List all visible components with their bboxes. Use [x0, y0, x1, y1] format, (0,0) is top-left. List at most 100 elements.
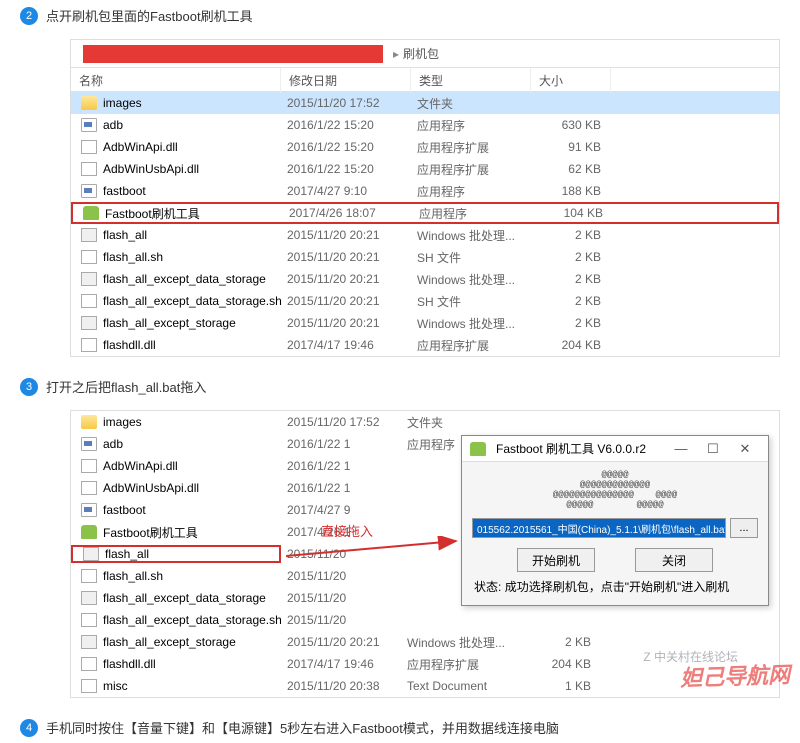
file-size: 204 KB: [521, 657, 601, 671]
explorer-window-1: ▸ 刷机包 名称 修改日期 类型 大小 images 2015/11/20 17:…: [70, 39, 780, 357]
file-name: flash_all.sh: [103, 250, 163, 264]
file-date: 2015/11/20 20:21: [281, 635, 401, 649]
file-name: images: [103, 96, 142, 110]
step-4-badge: 4: [20, 719, 38, 737]
file-date: 2015/11/20 20:21: [281, 250, 411, 264]
file-size: 2 KB: [531, 250, 611, 264]
dll-icon: [81, 162, 97, 176]
file-date: 2017/4/26 18:07: [283, 206, 413, 220]
status-label: 状态:: [474, 580, 501, 594]
column-headers[interactable]: 名称 修改日期 类型 大小: [71, 68, 779, 92]
file-name: flash_all_except_data_storage: [103, 591, 266, 605]
breadcrumb[interactable]: ▸ 刷机包: [389, 45, 439, 62]
file-size: 188 KB: [531, 184, 611, 198]
col-type[interactable]: 类型: [411, 68, 531, 93]
redacted-path: [83, 45, 383, 63]
file-name: flash_all: [105, 547, 149, 561]
file-date: 2015/11/20: [281, 613, 401, 627]
file-name: AdbWinUsbApi.dll: [103, 481, 199, 495]
file-row[interactable]: flash_all.sh2015/11/20 20:21SH 文件2 KB: [71, 246, 779, 268]
file-name: fastboot: [103, 503, 146, 517]
col-size[interactable]: 大小: [531, 68, 611, 93]
file-name: flash_all_except_data_storage.sh: [103, 294, 282, 308]
file-name: flashdll.dll: [103, 657, 156, 671]
file-row[interactable]: flash_all2015/11/20 20:21Windows 批处理...2…: [71, 224, 779, 246]
file-type: 应用程序: [411, 117, 531, 134]
file-name: adb: [103, 118, 123, 132]
status-row: 状态: 成功选择刷机包，点击"开始刷机"进入刷机: [472, 578, 758, 595]
address-bar[interactable]: ▸ 刷机包: [71, 40, 779, 68]
status-value: 成功选择刷机包，点击"开始刷机"进入刷机: [505, 580, 730, 594]
sh-icon: [81, 613, 97, 627]
file-type: Windows 批处理...: [401, 634, 521, 651]
file-row[interactable]: flash_all_except_data_storage2015/11/20 …: [71, 268, 779, 290]
sh-icon: [81, 250, 97, 264]
col-name[interactable]: 名称: [71, 68, 281, 93]
file-row[interactable]: flash_all_except_data_storage.sh2015/11/…: [71, 290, 779, 312]
folder-icon: [81, 415, 97, 429]
file-row[interactable]: flashdll.dll2017/4/17 19:46应用程序扩展204 KB: [71, 653, 779, 675]
bat-icon: [81, 228, 97, 242]
file-row[interactable]: Fastboot刷机工具2017/4/26 18:07应用程序104 KB: [71, 202, 779, 224]
file-type: 文件夹: [411, 95, 531, 112]
file-name: flash_all_except_data_storage: [103, 272, 266, 286]
file-date: 2016/1/22 15:20: [281, 162, 411, 176]
file-size: 104 KB: [533, 206, 613, 220]
file-date: 2016/1/22 15:20: [281, 118, 411, 132]
file-name: AdbWinUsbApi.dll: [103, 162, 199, 176]
path-input[interactable]: 015562.2015561_中国(China)_5.1.1\刷机包\flash…: [472, 518, 726, 538]
step-4-text: 手机同时按住【音量下键】和【电源键】5秒左右进入Fastboot模式，并用数据线…: [46, 718, 559, 737]
browse-button[interactable]: ...: [730, 518, 758, 538]
file-list-1[interactable]: images 2015/11/20 17:52文件夹 adb 2016/1/22 15…: [71, 92, 779, 356]
file-size: 630 KB: [531, 118, 611, 132]
step-4-header: 4 手机同时按住【音量下键】和【电源键】5秒左右进入Fastboot模式，并用数…: [0, 712, 800, 743]
col-date[interactable]: 修改日期: [281, 68, 411, 93]
explorer-window-2: images2015/11/20 17:52文件夹adb2016/1/22 1应…: [70, 410, 780, 698]
bat-icon: [81, 316, 97, 330]
file-date: 2016/1/22 1: [281, 481, 401, 495]
file-type: SH 文件: [411, 293, 531, 310]
file-row[interactable]: flash_all_except_data_storage.sh2015/11/…: [71, 609, 779, 631]
drag-annotation: 直接拖入: [321, 521, 373, 540]
maximize-button[interactable]: ☐: [698, 439, 728, 459]
step-2-badge: 2: [20, 7, 38, 25]
file-row[interactable]: images 2015/11/20 17:52文件夹: [71, 92, 779, 114]
file-date: 2015/11/20 20:21: [281, 316, 411, 330]
file-row[interactable]: fastboot2017/4/27 9:10应用程序188 KB: [71, 180, 779, 202]
file-name: fastboot: [103, 184, 146, 198]
bat-icon: [81, 591, 97, 605]
close-flash-button[interactable]: 关闭: [635, 548, 713, 572]
file-date: 2017/4/27 9: [281, 503, 401, 517]
file-row[interactable]: AdbWinApi.dll2016/1/22 15:20应用程序扩展91 KB: [71, 136, 779, 158]
minimize-button[interactable]: —: [666, 439, 696, 459]
app-icon: [81, 503, 97, 517]
folder-icon: [81, 96, 97, 110]
file-name: Fastboot刷机工具: [105, 205, 200, 222]
file-row[interactable]: AdbWinUsbApi.dll2016/1/22 15:20应用程序扩展62 …: [71, 158, 779, 180]
file-size: 2 KB: [521, 635, 601, 649]
file-row[interactable]: flashdll.dll2017/4/17 19:46应用程序扩展204 KB: [71, 334, 779, 356]
close-button[interactable]: ✕: [730, 439, 760, 459]
dialog-titlebar[interactable]: Fastboot 刷机工具 V6.0.0.r2 — ☐ ✕: [462, 436, 768, 462]
file-date: 2017/4/17 19:46: [281, 338, 411, 352]
dll-icon: [81, 459, 97, 473]
step-2-header: 2 点开刷机包里面的Fastboot刷机工具: [0, 0, 800, 31]
file-date: 2015/11/20 20:21: [281, 294, 411, 308]
file-row[interactable]: images2015/11/20 17:52文件夹: [71, 411, 779, 433]
step-2-text: 点开刷机包里面的Fastboot刷机工具: [46, 6, 253, 25]
file-date: 2015/11/20 17:52: [281, 96, 411, 110]
file-row[interactable]: adb 2016/1/22 15:20应用程序630 KB: [71, 114, 779, 136]
start-flash-button[interactable]: 开始刷机: [517, 548, 595, 572]
file-date: 2015/11/20: [281, 547, 401, 561]
file-name: flash_all.sh: [103, 569, 163, 583]
file-type: 应用程序扩展: [401, 656, 521, 673]
file-row[interactable]: flash_all_except_storage2015/11/20 20:21…: [71, 312, 779, 334]
android-icon: [81, 525, 97, 539]
file-date: 2015/11/20: [281, 569, 401, 583]
file-row[interactable]: misc2015/11/20 20:38Text Document1 KB: [71, 675, 779, 697]
file-size: 2 KB: [531, 294, 611, 308]
file-name: flash_all_except_storage: [103, 635, 236, 649]
file-row[interactable]: flash_all_except_storage 2015/11/20 20:21…: [71, 631, 779, 653]
file-type: 应用程序扩展: [411, 337, 531, 354]
breadcrumb-last[interactable]: 刷机包: [403, 45, 439, 62]
